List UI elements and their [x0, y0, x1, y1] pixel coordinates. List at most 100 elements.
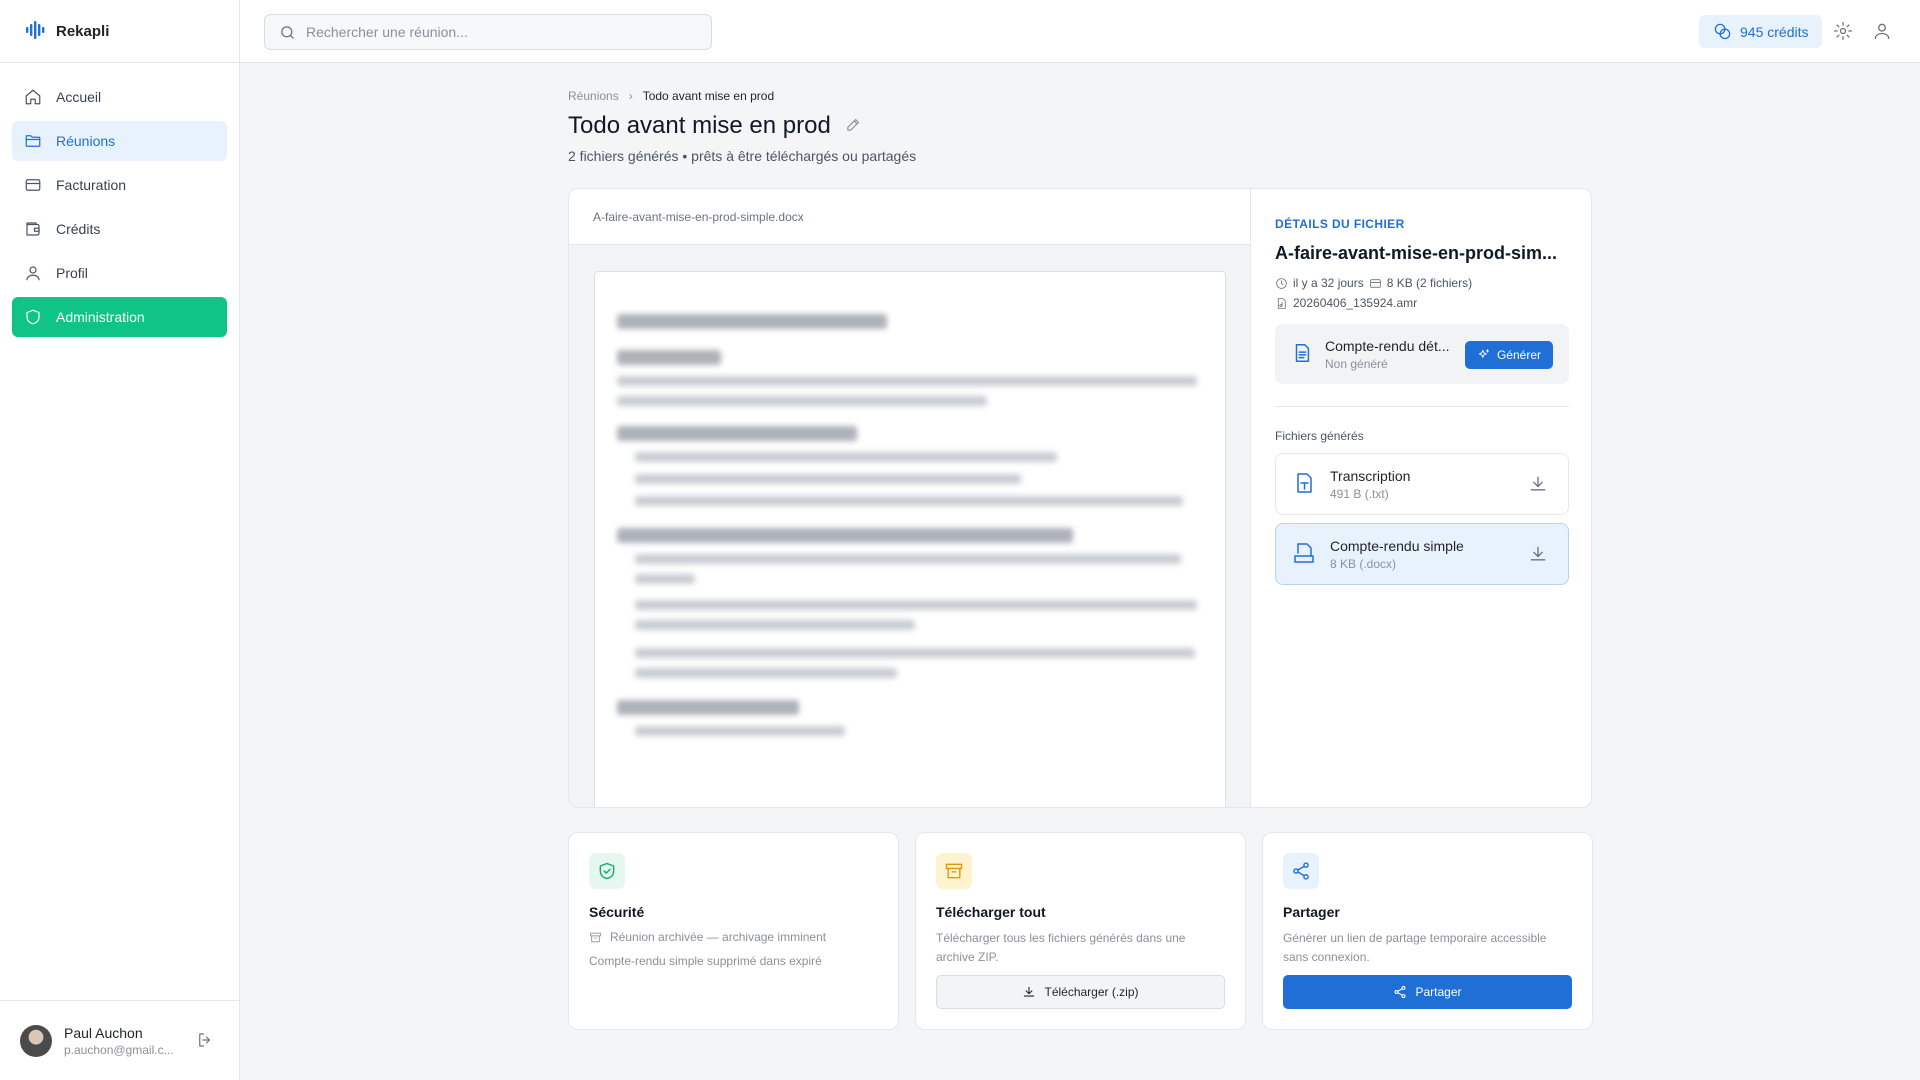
audio-file-icon	[1277, 297, 1286, 309]
search-box[interactable]	[264, 14, 712, 50]
wallet-icon	[26, 222, 40, 236]
user-name: Paul Auchon	[64, 1024, 143, 1041]
share-card: Partager Générer un lien de partage temp…	[1262, 832, 1593, 1030]
sidebar-nav: Accueil Réunions Facturation Crédits Pro…	[0, 63, 239, 351]
sidebar-item-label: Administration	[56, 309, 145, 325]
file-card-meta: 491 B (.txt)	[1330, 486, 1389, 501]
share-button[interactable]: Partager	[1283, 975, 1572, 1009]
download-icon[interactable]	[1528, 544, 1548, 567]
details-label: DÉTAILS DU FICHIER	[1275, 217, 1405, 231]
generate-button-label: Générer	[1496, 348, 1541, 362]
file-card-name: Compte-rendu simple	[1330, 537, 1464, 554]
page-title: Todo avant mise en prod	[568, 112, 831, 139]
topbar: 945 crédits	[240, 0, 1920, 63]
brand[interactable]: Rekapli	[0, 0, 239, 63]
archive-icon	[590, 932, 601, 942]
user-profile[interactable]: Paul Auchon p.auchon@gmail.c...	[0, 1000, 240, 1080]
generated-files-label: Fichiers générés	[1275, 429, 1364, 443]
file-card-transcription[interactable]: Transcription 491 B (.txt)	[1275, 453, 1569, 515]
generate-card: Compte-rendu dét... Non généré Générer	[1275, 324, 1569, 384]
share-icon	[1395, 985, 1406, 999]
download-icon	[1024, 986, 1035, 997]
chevron-right-icon: ›	[628, 89, 633, 103]
download-zip-label: Télécharger (.zip)	[1044, 985, 1139, 999]
preview-area[interactable]	[569, 245, 1250, 807]
preview-header: A-faire-avant-mise-en-prod-simple.docx	[569, 189, 1250, 245]
archive-box-icon	[936, 853, 972, 889]
security-archive-text: Réunion archivée — archivage imminent	[610, 930, 827, 944]
share-button-label: Partager	[1415, 985, 1462, 999]
search-icon	[281, 25, 294, 39]
logout-icon[interactable]	[196, 1031, 214, 1049]
security-card: Sécurité Réunion archivée — archivage im…	[568, 832, 899, 1030]
generate-button[interactable]: Générer	[1464, 341, 1553, 369]
breadcrumb-parent[interactable]: Réunions	[568, 89, 619, 103]
docx-file-icon	[1292, 541, 1316, 568]
divider	[1275, 406, 1569, 407]
file-meta: il y a 32 jours 8 KB (2 fichiers)	[1275, 276, 1569, 290]
credits-count: 945 crédits	[1740, 23, 1809, 40]
credits-badge[interactable]: 945 crédits	[1699, 15, 1823, 48]
file-card-compte-rendu-simple[interactable]: Compte-rendu simple 8 KB (.docx)	[1275, 523, 1569, 585]
shield-check-icon	[589, 853, 625, 889]
source-file-name: 20260406_135924.amr	[1293, 296, 1418, 310]
sidebar-item-facturation[interactable]: Facturation	[12, 165, 227, 205]
generate-title: Compte-rendu dét...	[1325, 337, 1450, 354]
app-name: Rekapli	[56, 22, 110, 40]
user-email: p.auchon@gmail.c...	[64, 1042, 174, 1057]
security-expiry-line: Compte-rendu simple supprimé dans expiré	[589, 954, 878, 968]
sidebar-item-label: Crédits	[56, 221, 101, 237]
document-preview: A-faire-avant-mise-en-prod-simple.docx	[569, 189, 1251, 807]
security-title: Sécurité	[589, 904, 645, 920]
file-details-panel: DÉTAILS DU FICHIER A-faire-avant-mise-en…	[1251, 189, 1591, 807]
title-row: Todo avant mise en prod	[568, 112, 862, 140]
shield-icon	[26, 309, 40, 325]
pencil-icon[interactable]	[845, 116, 862, 136]
sidebar-item-profil[interactable]: Profil	[12, 253, 227, 293]
sidebar-item-accueil[interactable]: Accueil	[12, 77, 227, 117]
archive-icon	[1369, 278, 1381, 288]
sidebar-item-administration[interactable]: Administration	[12, 297, 227, 337]
preview-file-name: A-faire-avant-mise-en-prod-simple.docx	[593, 209, 804, 224]
credit-card-icon	[25, 179, 41, 191]
file-card-name: Transcription	[1330, 467, 1411, 484]
avatar	[20, 1024, 52, 1057]
download-all-text: Télécharger tous les fichiers générés da…	[936, 931, 1186, 964]
coins-icon	[1714, 23, 1731, 40]
gear-icon[interactable]	[1833, 21, 1853, 41]
document-icon	[1291, 342, 1313, 367]
sparkles-icon	[1478, 349, 1490, 358]
breadcrumb: Réunions › Todo avant mise en prod	[568, 89, 774, 103]
document-page	[594, 271, 1226, 807]
download-all-card: Télécharger tout Télécharger tous les fi…	[915, 832, 1246, 1030]
search-input[interactable]	[306, 24, 686, 40]
file-source: 20260406_135924.amr	[1275, 296, 1569, 310]
security-archive-line: Réunion archivée — archivage imminent	[589, 930, 878, 944]
sidebar-item-credits[interactable]: Crédits	[12, 209, 227, 249]
download-icon[interactable]	[1528, 474, 1548, 497]
download-all-title: Télécharger tout	[936, 904, 1046, 920]
file-viewer: A-faire-avant-mise-en-prod-simple.docx D…	[568, 188, 1592, 808]
folder-icon	[25, 135, 41, 147]
clock-icon	[1276, 277, 1287, 289]
user-icon[interactable]	[1872, 21, 1892, 41]
generate-status: Non généré	[1325, 356, 1388, 371]
sidebar-item-label: Profil	[56, 265, 88, 281]
download-zip-button[interactable]: Télécharger (.zip)	[936, 975, 1225, 1009]
sidebar-item-label: Facturation	[56, 177, 127, 193]
text-file-icon	[1292, 471, 1316, 498]
share-title: Partager	[1283, 904, 1340, 920]
file-card-meta: 8 KB (.docx)	[1330, 556, 1397, 571]
breadcrumb-current: Todo avant mise en prod	[642, 89, 775, 103]
sidebar: Rekapli Accueil Réunions Facturation Cré…	[0, 0, 240, 1080]
security-expiry-text: Compte-rendu simple supprimé dans expiré	[589, 954, 822, 968]
user-icon	[26, 266, 40, 281]
logo-icon	[26, 20, 46, 42]
share-text: Générer un lien de partage temporaire ac…	[1283, 931, 1547, 964]
file-size: 8 KB (2 fichiers)	[1386, 276, 1473, 290]
sidebar-item-label: Accueil	[56, 89, 102, 105]
sidebar-item-label: Réunions	[56, 133, 116, 149]
page-subtitle: 2 fichiers générés • prêts à être téléch…	[568, 148, 917, 164]
file-age: il y a 32 jours	[1293, 276, 1364, 290]
sidebar-item-reunions[interactable]: Réunions	[12, 121, 227, 161]
